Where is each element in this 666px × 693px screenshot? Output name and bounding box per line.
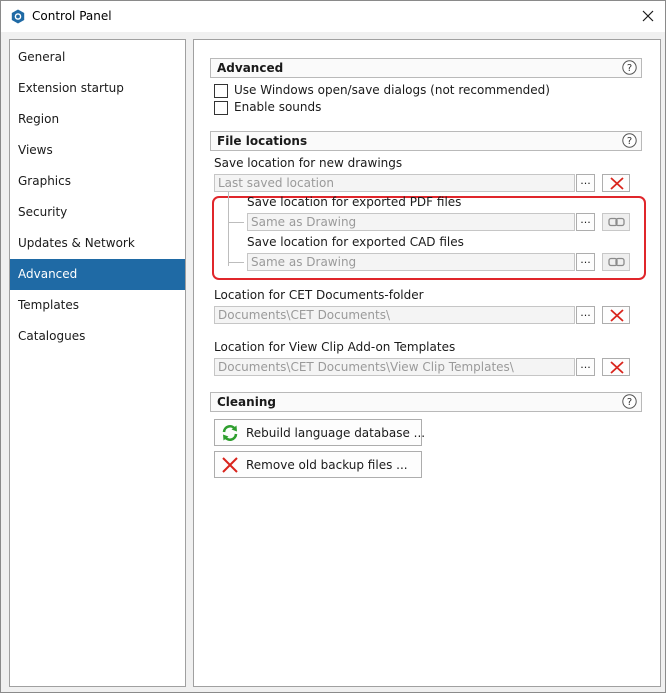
view-clip-location-label: Location for View Clip Add-on Templates xyxy=(214,340,456,354)
cleaning-section-header: Cleaning ? xyxy=(210,392,642,412)
refresh-icon xyxy=(222,425,238,441)
tree-connector xyxy=(228,262,244,263)
control-panel-window: Control Panel General Extension startup … xyxy=(0,0,666,693)
sidebar-nav: General Extension startup Region Views G… xyxy=(9,39,186,687)
cleaning-section-title: Cleaning xyxy=(217,395,276,409)
help-icon[interactable]: ? xyxy=(622,60,637,75)
tree-connector xyxy=(228,192,229,266)
view-clip-clear-button[interactable] xyxy=(602,358,630,376)
sidebar-item-catalogues[interactable]: Catalogues xyxy=(10,321,185,352)
sidebar-item-graphics[interactable]: Graphics xyxy=(10,166,185,197)
new-drawings-clear-button[interactable] xyxy=(602,174,630,192)
cet-documents-location-label: Location for CET Documents-folder xyxy=(214,288,424,302)
svg-text:?: ? xyxy=(627,397,632,408)
pdf-location-field[interactable]: Same as Drawing xyxy=(247,213,575,231)
pdf-location-link-button[interactable] xyxy=(602,213,630,231)
window-title: Control Panel xyxy=(32,9,112,23)
delete-icon xyxy=(610,309,624,322)
sidebar-item-general[interactable]: General xyxy=(10,42,185,73)
remove-old-backup-files-label: Remove old backup files ... xyxy=(246,458,408,472)
sidebar-item-security[interactable]: Security xyxy=(10,197,185,228)
sidebar-item-templates[interactable]: Templates xyxy=(10,290,185,321)
delete-icon xyxy=(610,177,624,190)
rebuild-language-database-label: Rebuild language database ... xyxy=(246,426,426,440)
rebuild-language-database-button[interactable]: Rebuild language database ... xyxy=(214,419,426,446)
windows-dialogs-checkbox[interactable] xyxy=(214,84,228,98)
sidebar-item-views[interactable]: Views xyxy=(10,135,185,166)
sidebar-item-updates-network[interactable]: Updates & Network xyxy=(10,228,185,259)
link-icon xyxy=(608,257,625,267)
pdf-location-label: Save location for exported PDF files xyxy=(247,195,462,209)
close-icon xyxy=(642,10,654,22)
tree-connector xyxy=(228,222,244,223)
windows-dialogs-label: Use Windows open/save dialogs (not recom… xyxy=(234,83,550,97)
cet-documents-location-field[interactable]: Documents\CET Documents\ xyxy=(214,306,575,324)
new-drawings-location-label: Save location for new drawings xyxy=(214,156,403,170)
enable-sounds-checkbox[interactable] xyxy=(214,101,228,115)
pdf-location-browse-button[interactable]: ... xyxy=(576,213,595,231)
new-drawings-browse-button[interactable]: ... xyxy=(576,174,595,192)
enable-sounds-label: Enable sounds xyxy=(234,100,322,114)
cad-location-link-button[interactable] xyxy=(602,253,630,271)
close-button[interactable] xyxy=(635,4,661,28)
advanced-section-header: Advanced ? xyxy=(210,58,642,78)
svg-text:?: ? xyxy=(627,136,632,147)
help-icon[interactable]: ? xyxy=(622,133,637,148)
cet-documents-browse-button[interactable]: ... xyxy=(576,306,595,324)
delete-icon xyxy=(222,457,238,473)
file-locations-section-header: File locations ? xyxy=(210,131,642,151)
cad-location-field[interactable]: Same as Drawing xyxy=(247,253,575,271)
cet-documents-clear-button[interactable] xyxy=(602,306,630,324)
help-icon[interactable]: ? xyxy=(622,394,637,409)
file-locations-section-title: File locations xyxy=(217,134,308,148)
advanced-section-title: Advanced xyxy=(217,61,284,75)
view-clip-location-field[interactable]: Documents\CET Documents\View Clip Templa… xyxy=(214,358,575,376)
app-icon xyxy=(11,9,25,24)
remove-old-backup-files-button[interactable]: Remove old backup files ... xyxy=(214,451,422,478)
cad-location-label: Save location for exported CAD files xyxy=(247,235,464,249)
sidebar-item-advanced[interactable]: Advanced xyxy=(10,259,185,290)
delete-icon xyxy=(610,361,624,374)
link-icon xyxy=(608,217,625,227)
cad-location-browse-button[interactable]: ... xyxy=(576,253,595,271)
view-clip-browse-button[interactable]: ... xyxy=(576,358,595,376)
svg-text:?: ? xyxy=(627,63,632,74)
new-drawings-location-field[interactable]: Last saved location xyxy=(214,174,575,192)
sidebar-item-region[interactable]: Region xyxy=(10,104,185,135)
settings-panel: Advanced ? Use Windows open/save dialogs… xyxy=(193,39,661,687)
sidebar-item-extension-startup[interactable]: Extension startup xyxy=(10,73,185,104)
title-bar: Control Panel xyxy=(1,1,665,32)
